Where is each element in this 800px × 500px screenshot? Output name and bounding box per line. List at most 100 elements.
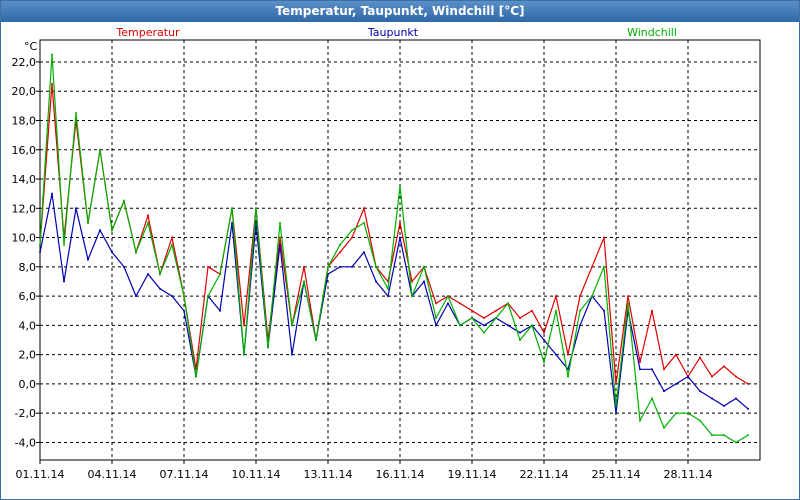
data-point-windchill [375, 265, 377, 268]
data-point-windchill [531, 324, 533, 327]
data-point-windchill [51, 53, 53, 56]
data-point-windchill [663, 426, 665, 429]
data-point-temperatur [579, 295, 581, 298]
line-chart: -4,0 -2,0 0,0 2,0 4,0 6,0 8,0 10,0 12,0 14,0 16,0 1… [12, 26, 761, 481]
data-point-temperatur [723, 365, 725, 368]
data-point-temperatur [711, 375, 713, 378]
data-point-temperatur [207, 265, 209, 268]
y-tick-label: 6,0 [19, 290, 37, 303]
x-tick-label: 19.11.14 [448, 468, 497, 481]
data-point-taupunkt [639, 368, 641, 371]
data-point-temperatur [51, 82, 53, 85]
x-tick-label: 16.11.14 [376, 468, 425, 481]
data-point-taupunkt [159, 287, 161, 290]
data-point-windchill [519, 339, 521, 341]
data-point-temperatur [663, 368, 665, 371]
data-point-temperatur [303, 265, 305, 268]
data-point-windchill [255, 207, 257, 210]
y-tick-label: 16,0 [12, 144, 37, 157]
data-point-taupunkt [747, 407, 749, 410]
data-point-windchill [123, 199, 125, 202]
y-tick-label: 12,0 [12, 202, 37, 215]
data-point-windchill [231, 207, 233, 210]
x-tick-label: 10.11.14 [232, 468, 281, 481]
data-point-windchill [471, 317, 473, 320]
data-point-taupunkt [651, 368, 653, 371]
data-point-taupunkt [711, 397, 713, 400]
data-point-taupunkt [387, 295, 389, 298]
data-point-windchill [735, 441, 737, 444]
x-tick-label: 04.11.14 [88, 468, 137, 481]
data-point-taupunkt [135, 295, 137, 298]
x-tick-label: 07.11.14 [160, 468, 209, 481]
data-point-windchill [207, 295, 209, 298]
data-point-temperatur [555, 295, 557, 298]
data-point-windchill [747, 434, 749, 437]
data-point-temperatur [399, 221, 401, 224]
data-point-temperatur [543, 331, 545, 334]
data-point-windchill [435, 317, 437, 320]
data-point-taupunkt [435, 324, 437, 327]
data-point-taupunkt [663, 390, 665, 393]
data-point-taupunkt [111, 251, 113, 254]
data-point-windchill [315, 339, 317, 341]
data-point-taupunkt [99, 229, 101, 232]
x-tick-label: 13.11.14 [304, 468, 353, 481]
data-point-taupunkt [147, 273, 149, 276]
data-point-windchill [75, 112, 77, 115]
data-point-temperatur [363, 207, 365, 210]
data-point-windchill [591, 295, 593, 298]
data-point-temperatur [735, 375, 737, 378]
data-point-windchill [507, 302, 509, 305]
data-point-temperatur [279, 236, 281, 239]
data-point-temperatur [651, 309, 653, 312]
y-tick-label: 8,0 [19, 261, 37, 274]
data-point-temperatur [603, 236, 605, 239]
data-point-temperatur [459, 302, 461, 305]
data-point-windchill [147, 221, 149, 224]
data-point-taupunkt [51, 192, 53, 195]
data-point-taupunkt [351, 265, 353, 268]
data-point-taupunkt [63, 280, 65, 283]
data-point-windchill [447, 295, 449, 298]
data-point-taupunkt [171, 295, 173, 298]
data-point-temperatur [567, 353, 569, 356]
legend-item-temperatur: Temperatur [115, 26, 180, 39]
x-tick-label: 28.11.14 [664, 468, 713, 481]
data-point-windchill [363, 221, 365, 224]
data-point-taupunkt [219, 309, 221, 312]
data-point-windchill [711, 434, 713, 437]
data-point-taupunkt [543, 339, 545, 341]
data-point-windchill [615, 404, 617, 407]
data-point-taupunkt [339, 265, 341, 268]
data-point-windchill [99, 148, 101, 151]
data-point-temperatur [747, 382, 749, 385]
data-point-windchill [603, 265, 605, 268]
data-point-temperatur [483, 317, 485, 320]
data-point-windchill [303, 280, 305, 283]
data-point-taupunkt [447, 302, 449, 305]
data-point-windchill [267, 346, 269, 349]
data-point-windchill [327, 265, 329, 268]
data-point-windchill [87, 221, 89, 224]
data-point-windchill [579, 309, 581, 312]
data-point-temperatur [411, 280, 413, 283]
data-point-taupunkt [687, 375, 689, 378]
data-point-windchill [195, 375, 197, 378]
y-tick-label: 0,0 [19, 378, 37, 391]
data-point-taupunkt [39, 251, 41, 254]
y-axis-unit-label: °C [24, 40, 38, 53]
data-point-windchill [183, 295, 185, 298]
data-point-temperatur [699, 356, 701, 359]
data-point-taupunkt [507, 324, 509, 327]
y-tick-label: 2,0 [19, 349, 37, 362]
data-point-windchill [483, 331, 485, 334]
data-point-taupunkt [519, 331, 521, 334]
data-point-windchill [243, 353, 245, 356]
data-point-taupunkt [699, 390, 701, 393]
data-point-temperatur [471, 309, 473, 312]
data-point-taupunkt [735, 397, 737, 400]
data-point-taupunkt [183, 309, 185, 312]
data-point-taupunkt [555, 353, 557, 356]
data-point-temperatur [171, 236, 173, 239]
